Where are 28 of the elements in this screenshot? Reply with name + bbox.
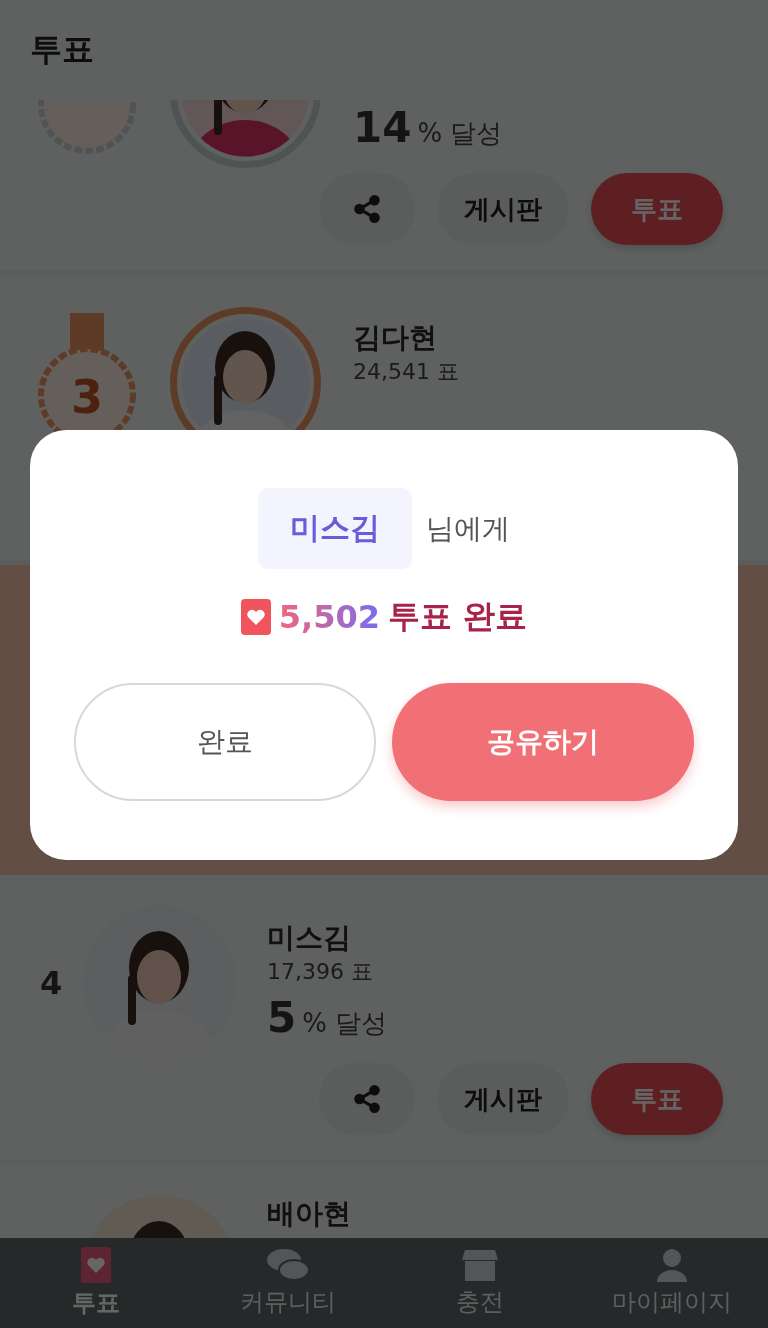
heart-card-icon — [81, 1247, 111, 1283]
shop-icon — [461, 1248, 499, 1282]
achievement-label: % 달성 — [417, 117, 503, 150]
chat-bubbles-icon — [266, 1248, 310, 1282]
vote-button[interactable]: 투표 — [591, 173, 723, 245]
vote-count: 17,396 표 — [267, 958, 374, 986]
share-button[interactable]: 공유하기 — [392, 683, 694, 801]
result-label: 투표 완료 — [388, 596, 528, 637]
vote-count: 24,541 표 — [353, 358, 459, 386]
vote-button[interactable]: 투표 — [591, 1063, 723, 1135]
nav-tab[interactable]: 투표 — [0, 1238, 192, 1328]
candidate-name: 김다현 — [353, 320, 438, 356]
candidate-name: 배아현 — [267, 1196, 351, 1232]
achievement-label: % 달성 — [302, 1007, 388, 1040]
done-button[interactable]: 완료 — [74, 683, 376, 801]
rank-number: 4 — [39, 963, 63, 1002]
page-title: 투표 — [30, 29, 94, 70]
achievement-value: 5 — [267, 993, 297, 1043]
recipient-suffix: 님에게 — [426, 510, 510, 547]
board-button[interactable]: 게시판 — [437, 173, 569, 245]
achievement-value: 14 — [353, 103, 412, 153]
share-icon — [352, 1084, 382, 1114]
candidate-name: 미스김 — [267, 920, 352, 956]
heart-card-icon — [240, 599, 271, 635]
board-button[interactable]: 게시판 — [437, 1063, 569, 1135]
person-icon — [655, 1248, 689, 1282]
recipient-name: 미스김 — [258, 488, 412, 569]
share-icon — [352, 194, 382, 224]
